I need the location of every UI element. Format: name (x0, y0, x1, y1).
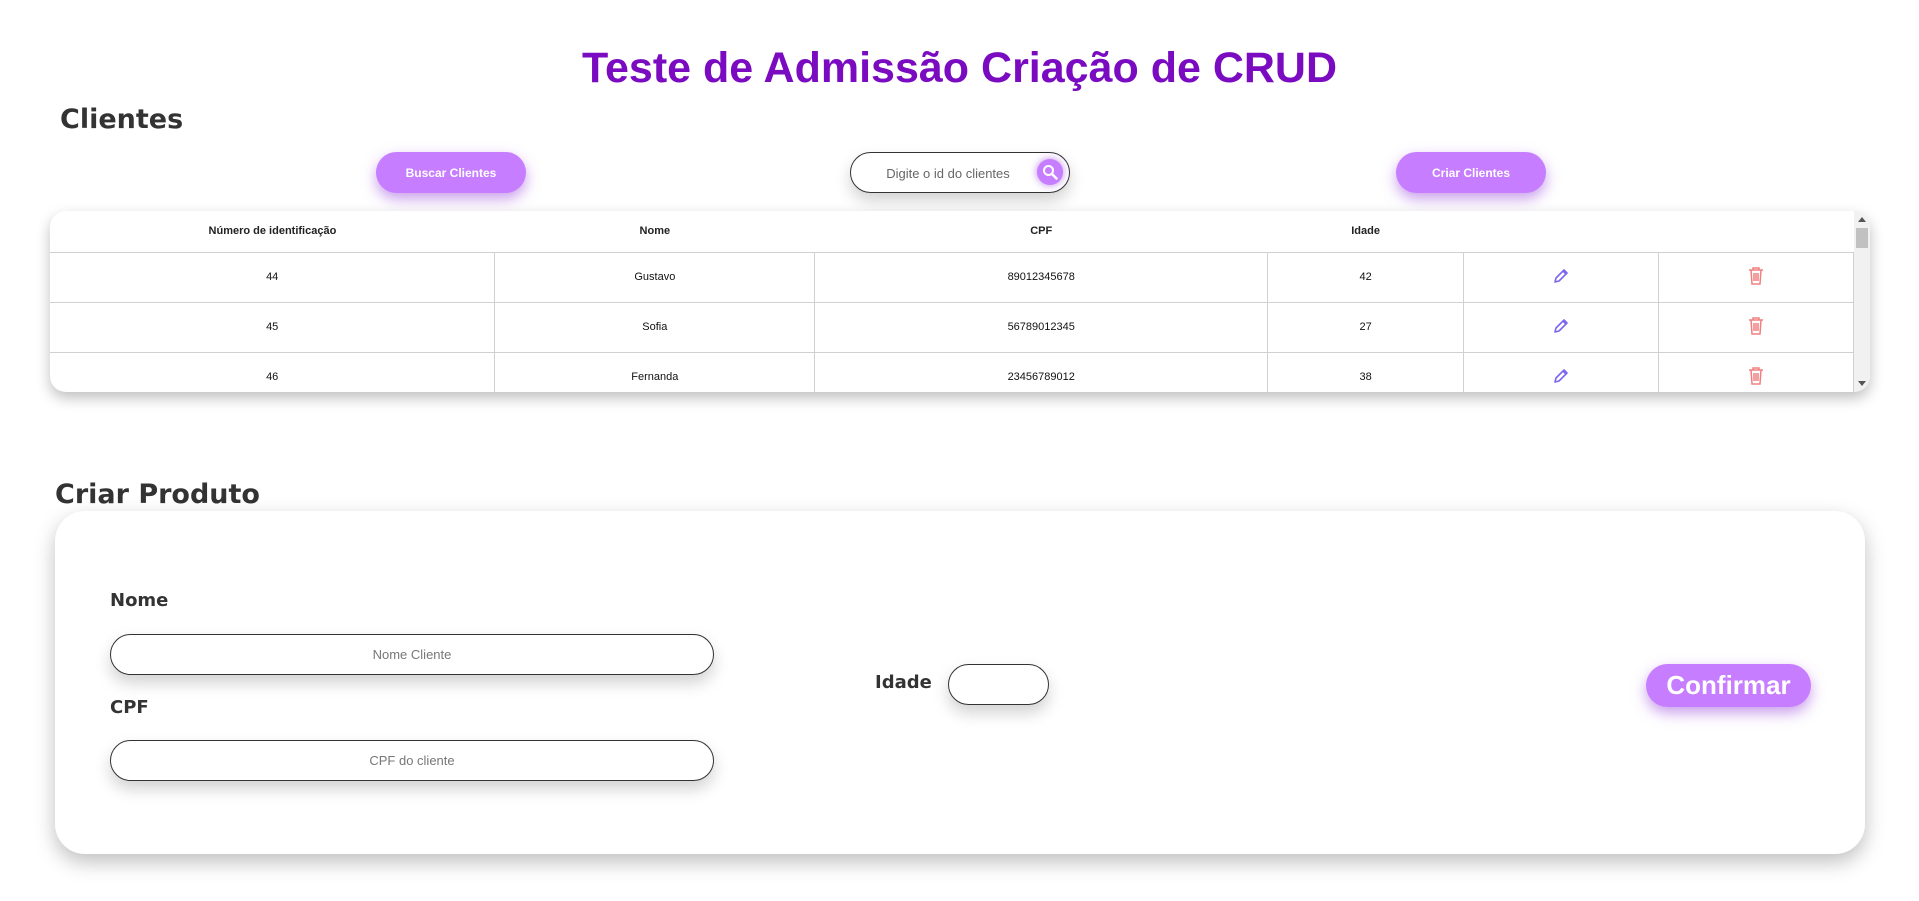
clientes-table-card: Número de identificação Nome CPF Idade 4… (50, 211, 1870, 392)
pencil-icon[interactable] (1552, 268, 1570, 288)
trash-icon[interactable] (1747, 316, 1765, 339)
scrollbar-thumb[interactable] (1856, 228, 1868, 248)
table-row: 45 Sofia 56789012345 27 (50, 301, 1854, 353)
cell-id: 44 (50, 251, 496, 303)
search-icon[interactable] (1037, 159, 1063, 185)
cell-edit (1463, 251, 1660, 303)
cell-cpf: 23456789012 (814, 351, 1269, 392)
criar-clientes-button[interactable]: Criar Clientes (1396, 152, 1546, 193)
buscar-clientes-button[interactable]: Buscar Clientes (376, 152, 526, 193)
criar-produto-form: Nome CPF Idade Confirmar (55, 511, 1865, 854)
nome-label: Nome (110, 590, 169, 611)
column-header-edit (1464, 211, 1659, 252)
clientes-section-title: Clientes (60, 104, 184, 135)
trash-icon[interactable] (1747, 366, 1765, 389)
criar-produto-section-title: Criar Produto (55, 479, 260, 510)
cell-edit (1463, 351, 1660, 392)
nome-input[interactable] (110, 634, 714, 675)
table-row: 44 Gustavo 89012345678 42 (50, 251, 1854, 303)
cell-nome: Sofia (494, 301, 816, 353)
page-title: Teste de Admissão Criação de CRUD (581, 44, 1338, 92)
table-scrollbar[interactable] (1854, 211, 1870, 392)
cell-id: 45 (50, 301, 496, 353)
trash-icon[interactable] (1747, 266, 1765, 289)
table-row: 46 Fernanda 23456789012 38 (50, 351, 1854, 392)
cell-idade: 27 (1267, 301, 1465, 353)
cell-nome: Gustavo (494, 251, 816, 303)
table-header-row: Número de identificação Nome CPF Idade (50, 211, 1854, 252)
column-header-cpf: CPF (1030, 225, 1053, 238)
cell-idade: 38 (1267, 351, 1465, 392)
cell-delete (1658, 351, 1854, 392)
column-header-id: Número de identificação (208, 225, 337, 238)
cell-delete (1658, 251, 1854, 303)
column-header-nome: Nome (639, 225, 671, 238)
search-input[interactable] (863, 161, 1033, 185)
idade-label: Idade (875, 672, 932, 693)
clientes-table: Número de identificação Nome CPF Idade 4… (50, 211, 1854, 392)
cell-nome: Fernanda (494, 351, 816, 392)
cell-id: 46 (50, 351, 496, 392)
cpf-input[interactable] (110, 740, 714, 781)
cell-idade: 42 (1267, 251, 1465, 303)
search-box (850, 152, 1070, 193)
cell-edit (1463, 301, 1660, 353)
pencil-icon[interactable] (1552, 368, 1570, 388)
cell-cpf: 89012345678 (814, 251, 1269, 303)
cell-cpf: 56789012345 (814, 301, 1269, 353)
column-header-delete (1659, 211, 1854, 252)
cpf-label: CPF (110, 697, 149, 718)
pencil-icon[interactable] (1552, 318, 1570, 338)
idade-input[interactable] (948, 664, 1049, 705)
confirmar-button[interactable]: Confirmar (1646, 664, 1811, 707)
scroll-up-arrow-icon[interactable] (1858, 217, 1866, 222)
column-header-idade: Idade (1351, 225, 1380, 238)
scroll-down-arrow-icon[interactable] (1858, 381, 1866, 386)
cell-delete (1658, 301, 1854, 353)
